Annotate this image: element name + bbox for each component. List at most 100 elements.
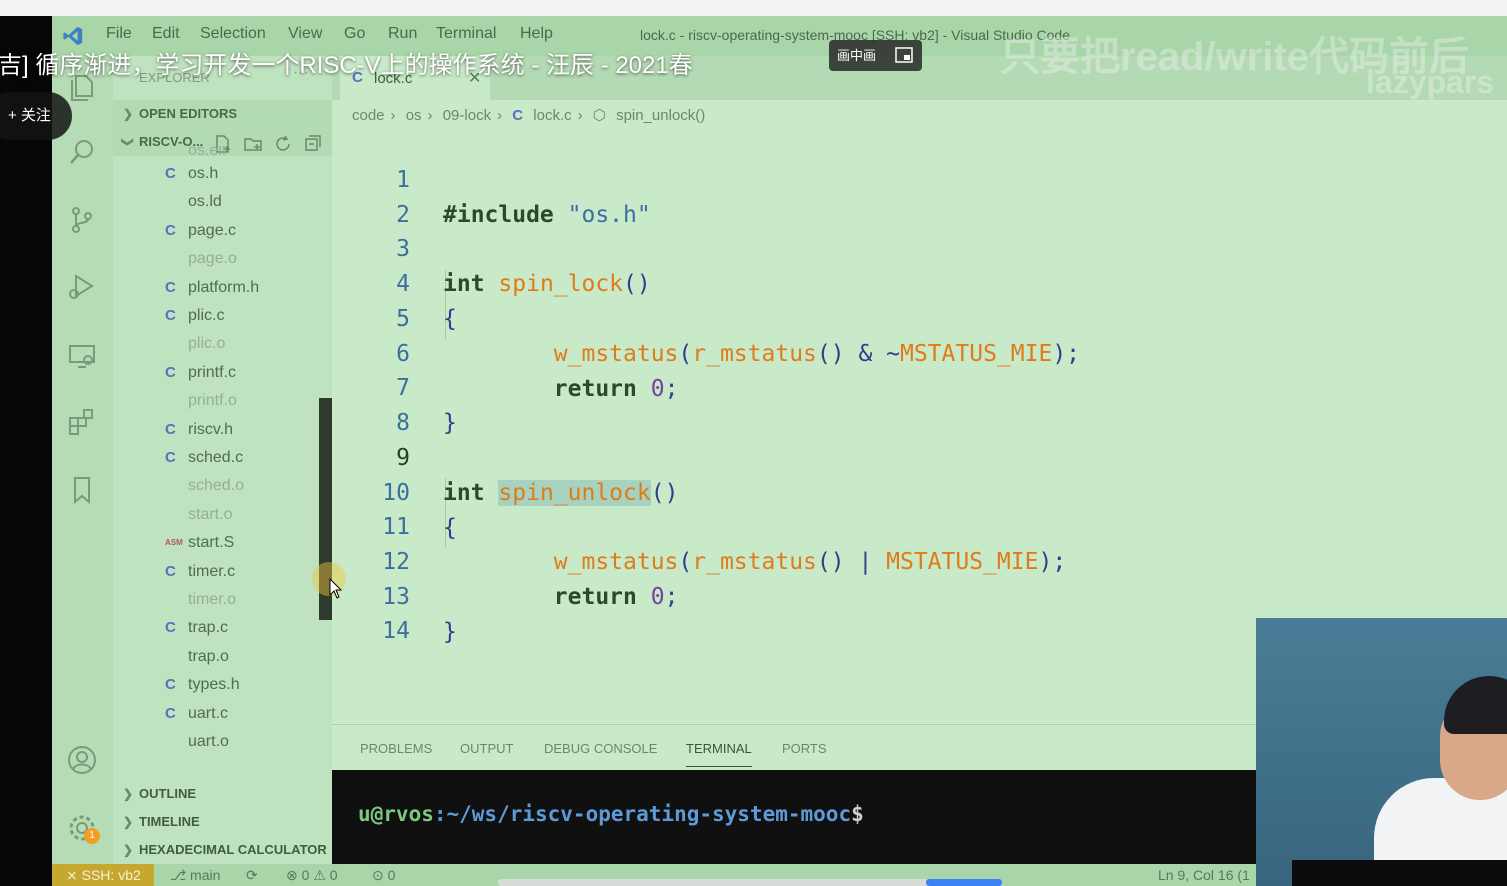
timeline-section[interactable]: ❯ TIMELINE <box>113 808 332 836</box>
bookmark-icon[interactable] <box>66 474 98 506</box>
file-item[interactable]: Cplatform.h <box>113 274 332 302</box>
remote-indicator[interactable]: ⨯ SSH: vb2 <box>52 864 154 886</box>
code-line[interactable]: 10 { <box>332 441 1507 541</box>
warning-count: 0 <box>329 867 338 883</box>
menu-go[interactable]: Go <box>344 25 365 43</box>
account-icon[interactable] <box>66 744 98 776</box>
tab-debug-console[interactable]: DEBUG CONSOLE <box>544 741 657 756</box>
code-line[interactable]: 14 <box>332 579 1507 644</box>
hex-calculator-section[interactable]: ❯ HEXADECIMAL CALCULATOR <box>113 836 332 864</box>
file-name: timer.o <box>188 591 237 608</box>
code-line[interactable]: 13 } <box>332 545 1507 645</box>
follow-button[interactable]: + 关注 <box>0 92 72 140</box>
menu-selection[interactable]: Selection <box>200 25 266 43</box>
menu-terminal[interactable]: Terminal <box>436 25 496 43</box>
code-line[interactable]: 2 <box>332 163 1507 228</box>
file-item[interactable]: Csched.c <box>113 444 332 472</box>
file-item[interactable]: Cos.h <box>113 160 332 188</box>
sync-icon[interactable]: ⟳ <box>246 867 258 884</box>
file-item[interactable]: Cprintf.c <box>113 359 332 387</box>
menu-edit[interactable]: Edit <box>152 25 180 43</box>
branch-label: main <box>190 867 221 883</box>
source-control-icon[interactable] <box>66 204 98 236</box>
outline-section[interactable]: ❯ OUTLINE <box>113 780 332 808</box>
breadcrumb-item[interactable]: code <box>352 107 385 124</box>
code-line[interactable]: 11 w_mstatus(r_mstatus() | MSTATUS_MIE); <box>332 475 1507 575</box>
chevron-right-icon: › <box>577 107 583 124</box>
file-item-partial[interactable]: os.elf <box>113 146 332 160</box>
tab-output[interactable]: OUTPUT <box>460 741 513 756</box>
open-editors-section[interactable]: ❯ OPEN EDITORS <box>113 100 332 128</box>
outline-label: OUTLINE <box>139 786 197 801</box>
file-name: types.h <box>188 676 240 694</box>
file-name: os.h <box>188 165 219 182</box>
panel-tabs: PROBLEMS OUTPUT DEBUG CONSOLE TERMINAL P… <box>332 724 1256 770</box>
warning-icon: ⚠ <box>313 867 330 883</box>
breadcrumb-item[interactable]: lock.c <box>533 107 571 124</box>
file-item[interactable]: Cplic.c <box>113 302 332 330</box>
picture-in-picture-button[interactable]: 画中画 <box>829 40 922 71</box>
video-progress-bar[interactable] <box>498 879 1002 886</box>
cursor-position[interactable]: Ln 9, Col 16 (1 <box>1158 867 1250 883</box>
file-item[interactable]: Ctrap.c <box>113 614 332 642</box>
tab-terminal[interactable]: TERMINAL <box>686 741 752 767</box>
tab-problems[interactable]: PROBLEMS <box>360 741 432 756</box>
file-name: trap.c <box>188 619 229 637</box>
file-name: start.S <box>188 534 235 552</box>
file-item[interactable]: os.ld <box>113 188 332 216</box>
breadcrumb-item[interactable]: spin_unlock() <box>616 107 705 124</box>
pip-label: 画中画 <box>837 48 877 63</box>
file-item[interactable]: page.o <box>113 245 332 273</box>
webcam-overlay <box>1256 618 1507 886</box>
hex-calculator-label: HEXADECIMAL CALCULATOR <box>139 842 327 857</box>
file-item[interactable]: uart.o <box>113 728 332 756</box>
file-item[interactable]: ASM start.S <box>113 529 332 557</box>
c-file-icon: C <box>165 363 176 381</box>
extensions-icon[interactable] <box>66 406 98 438</box>
code-line[interactable]: 7 } <box>332 336 1507 436</box>
vscode-logo-icon <box>63 26 83 46</box>
file-item[interactable]: sched.o <box>113 472 332 500</box>
file-name: printf.c <box>188 363 237 381</box>
run-debug-icon[interactable] <box>66 270 98 302</box>
breadcrumb-item[interactable]: 09-lock <box>443 107 491 124</box>
code-line-current[interactable]: 9 int spin_unlock() <box>332 406 1507 506</box>
file-item[interactable]: Criscv.h <box>113 416 332 444</box>
breadcrumb: code › os › 09-lock › C lock.c › ⬡ spin_unlo… <box>352 106 711 126</box>
menu-view[interactable]: View <box>288 25 322 43</box>
ports-indicator[interactable]: ⊙ 0 <box>372 867 395 884</box>
file-item[interactable]: timer.o <box>113 586 332 614</box>
code-line[interactable]: 6 return 0; <box>332 302 1507 402</box>
file-item[interactable]: start.o <box>113 501 332 529</box>
file-item[interactable]: Ctimer.c <box>113 558 332 586</box>
search-icon[interactable] <box>66 136 98 168</box>
asm-file-icon: ASM <box>165 538 183 548</box>
code-line[interactable]: 5 w_mstatus(r_mstatus() & ~MSTATUS_MIE); <box>332 267 1507 367</box>
watermark-subtext: lazypars <box>1366 64 1495 100</box>
branch-indicator[interactable]: ⎇ main <box>170 867 220 884</box>
file-item[interactable]: printf.o <box>113 387 332 415</box>
remote-explorer-icon[interactable] <box>66 340 98 372</box>
code-line[interactable]: 8 <box>332 371 1507 436</box>
file-item[interactable]: trap.o <box>113 643 332 671</box>
file-name: timer.c <box>188 562 236 580</box>
file-item[interactable]: Cuart.c <box>113 700 332 728</box>
terminal-prompt[interactable]: u@rvos:~/ws/riscv-operating-system-mooc$ <box>358 802 864 826</box>
code-line[interactable]: 4 { <box>332 232 1507 332</box>
menu-file[interactable]: File <box>106 25 132 43</box>
menu-help[interactable]: Help <box>520 25 553 43</box>
file-item[interactable]: Cpage.c <box>113 217 332 245</box>
file-name: sched.o <box>188 477 245 495</box>
c-file-icon: C <box>512 107 524 124</box>
menu-run[interactable]: Run <box>388 25 417 43</box>
breadcrumb-item[interactable]: os <box>406 107 422 124</box>
problems-indicator[interactable]: ⊗ 0 ⚠ 0 <box>286 867 338 884</box>
file-item[interactable]: plic.o <box>113 330 332 358</box>
file-item[interactable]: Ctypes.h <box>113 671 332 699</box>
terminal-dollar: $ <box>851 802 864 826</box>
code-line[interactable]: 3 int spin_lock() <box>332 197 1507 297</box>
code-line[interactable]: 12 return 0; <box>332 510 1507 610</box>
code-line[interactable]: 1 #include "os.h" <box>332 128 1507 228</box>
tab-ports[interactable]: PORTS <box>782 741 827 756</box>
chevron-right-icon: › <box>390 107 396 124</box>
